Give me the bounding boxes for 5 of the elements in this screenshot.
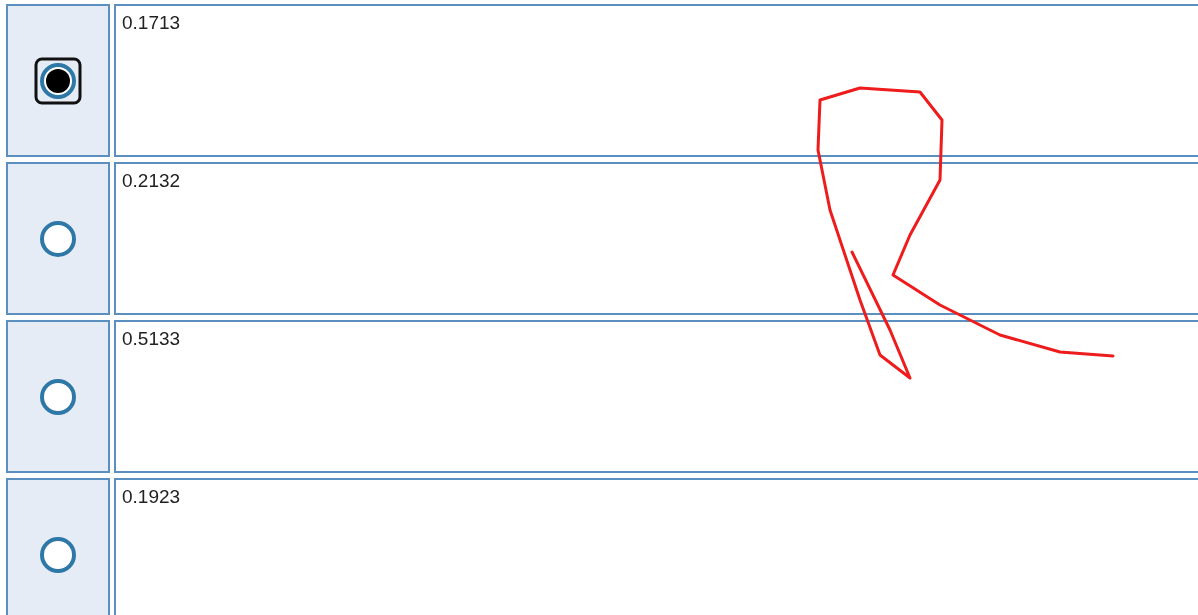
cell-value: 0.5133 [122,328,181,349]
radio-button[interactable] [34,56,82,105]
cell-value: 0.1713 [122,12,181,33]
cell-value: 0.1923 [122,486,181,507]
cell-value: 0.2132 [122,170,181,191]
